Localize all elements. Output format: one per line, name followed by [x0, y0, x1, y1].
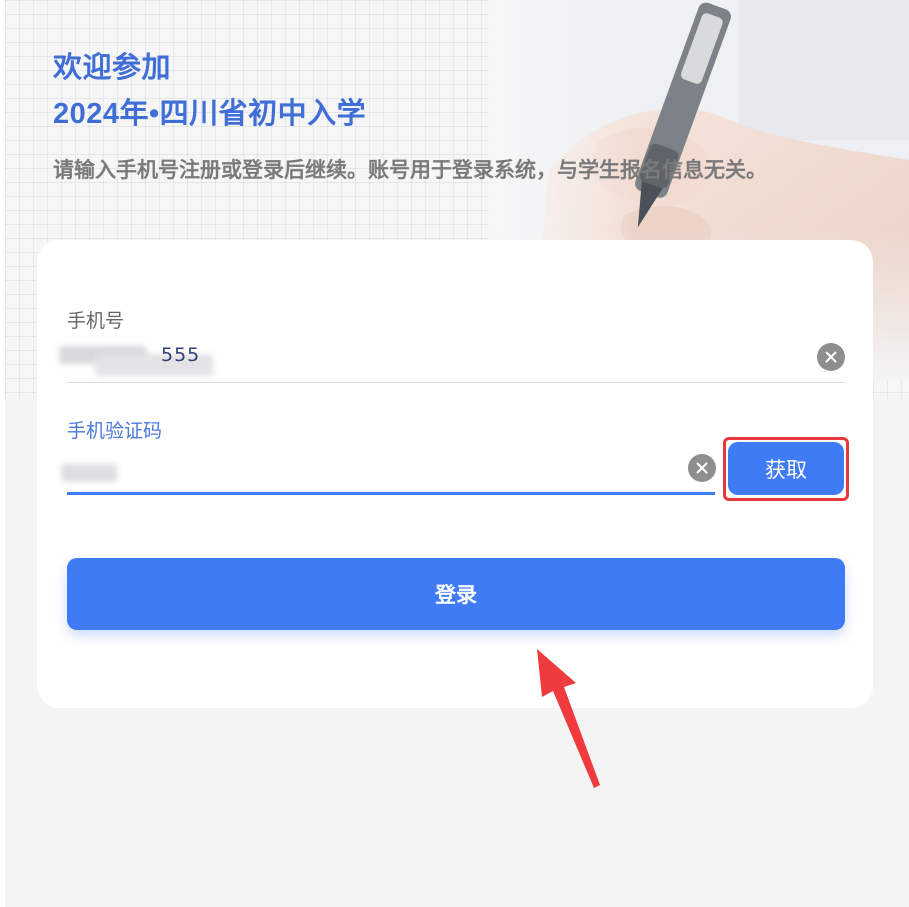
redacted-blur	[61, 464, 117, 482]
phone-value-tail: 555	[161, 344, 201, 366]
page-subtitle: 请输入手机号注册或登录后继续。账号用于登录系统，与学生报名信息无关。	[53, 158, 767, 182]
login-button[interactable]: 登录	[67, 558, 845, 630]
clear-phone-button[interactable]	[817, 343, 845, 371]
page-title-line1: 欢迎参加	[53, 52, 172, 84]
phone-label: 手机号	[67, 310, 125, 332]
page-title-line2: 2024年•四川省初中入学	[53, 98, 367, 130]
clear-circle-icon	[825, 351, 837, 363]
login-card: 手机号 555 手机验证码 获取 登录	[37, 240, 873, 708]
red-arrow-icon	[537, 649, 600, 788]
phone-underline	[67, 382, 845, 383]
code-underline-active	[67, 492, 715, 495]
clear-circle-icon	[696, 462, 708, 474]
code-input[interactable]	[61, 462, 125, 484]
clear-code-button[interactable]	[688, 454, 716, 482]
login-page: 欢迎参加 2024年•四川省初中入学 请输入手机号注册或登录后继续。账号用于登录…	[5, 0, 909, 907]
code-label: 手机验证码	[67, 420, 163, 442]
get-code-button[interactable]: 获取	[728, 442, 844, 495]
